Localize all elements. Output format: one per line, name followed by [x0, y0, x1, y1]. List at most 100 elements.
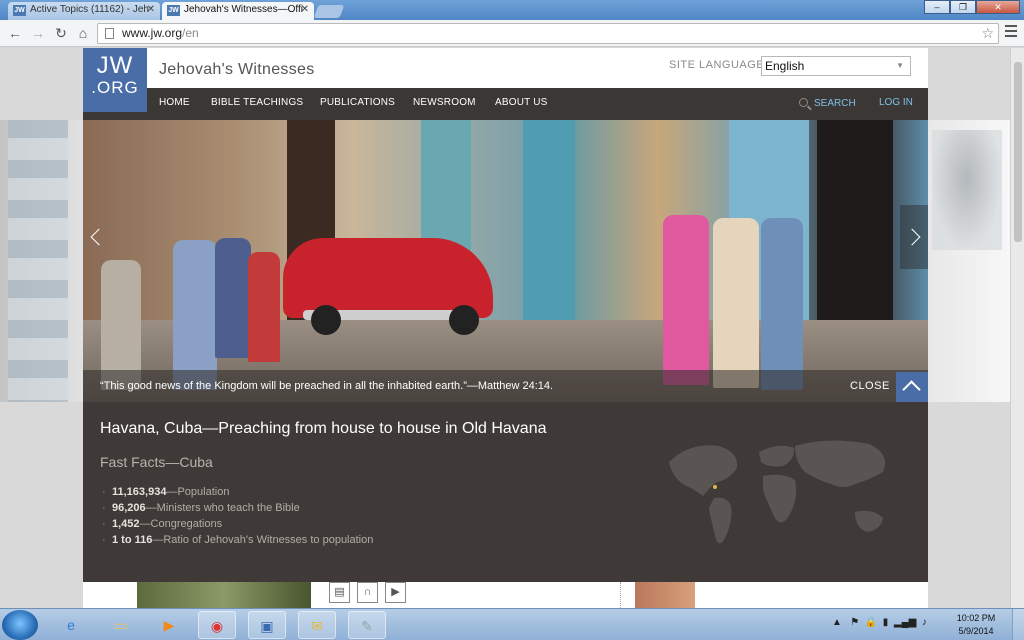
chevron-up-icon[interactable]: [896, 372, 928, 402]
world-map: [669, 440, 886, 544]
fact-label: —Ratio of Jehovah's Witnesses to populat…: [152, 534, 374, 546]
back-arrow-icon[interactable]: ←: [6, 24, 24, 42]
paint-icon[interactable]: ✎: [348, 611, 386, 639]
fact-label: —Ministers who teach the Bible: [145, 502, 300, 514]
info-panel: Havana, Cuba—Preaching from house to hou…: [83, 402, 928, 582]
lock-icon[interactable]: 🔒: [865, 617, 877, 628]
site-language-label: SITE LANGUAGE: [669, 59, 765, 71]
minimize-icon[interactable]: –: [924, 0, 950, 14]
info-title: Havana, Cuba—Preaching from house to hou…: [100, 420, 547, 437]
fast-facts-list: 11,163,934—Population 96,206—Ministers w…: [100, 484, 373, 548]
cuba-marker: [713, 485, 717, 489]
nav-bible-teachings[interactable]: BIBLE TEACHINGS: [211, 97, 303, 108]
maximize-icon[interactable]: ❐: [950, 0, 976, 14]
search-icon: [799, 98, 808, 107]
vertical-scrollbar[interactable]: [1010, 48, 1024, 608]
signal-icon[interactable]: ▂▄▆: [894, 617, 916, 628]
tab-jehovahs-witnesses[interactable]: JW Jehovah's Witnesses—Offi ✕: [162, 2, 314, 20]
fact-value: 1 to 116: [112, 534, 153, 546]
file-explorer-icon[interactable]: ▭: [102, 611, 140, 639]
play-icon[interactable]: ▶: [385, 582, 406, 603]
doorway: [523, 120, 575, 330]
tab-label: Active Topics (11162) - Jeh: [30, 4, 149, 15]
jw-favicon-icon: JW: [13, 5, 26, 16]
site-container: JW .ORG Jehovah's Witnesses SITE LANGUAG…: [83, 48, 928, 608]
home-icon[interactable]: ⌂: [74, 24, 92, 42]
clock-date: 5/9/2014: [958, 626, 994, 636]
car-wheel: [449, 305, 479, 335]
content-strip: ▤ ∩ ▶: [83, 582, 928, 608]
start-button-icon[interactable]: [2, 610, 38, 640]
new-tab-button[interactable]: [313, 5, 345, 18]
hero-next-arrow-icon[interactable]: [900, 205, 928, 269]
jw-org-logo[interactable]: JW .ORG: [83, 48, 147, 112]
tab-close-icon[interactable]: ✕: [147, 2, 155, 18]
person: [761, 218, 803, 390]
fact-value: 96,206: [112, 502, 146, 514]
system-tray: ▲ ⚑ 🔒 ▮ ▂▄▆ ♪: [832, 617, 927, 628]
hero-prev-arrow-icon[interactable]: [83, 205, 111, 269]
fact-item: 1 to 116—Ratio of Jehovah's Witnesses to…: [100, 532, 373, 548]
fact-item: 1,452—Congregations: [100, 516, 373, 532]
show-desktop-button[interactable]: [1012, 609, 1024, 640]
video-thumbnail[interactable]: [137, 582, 311, 608]
media-player-icon[interactable]: ▶: [150, 611, 188, 639]
bookmark-star-icon[interactable]: ☆: [981, 24, 994, 43]
document-icon[interactable]: ▤: [329, 582, 350, 603]
tab-active-topics[interactable]: JW Active Topics (11162) - Jeh ✕: [8, 2, 160, 20]
page-icon: [105, 28, 114, 39]
background-image-right: [928, 120, 1010, 402]
network-icon[interactable]: ▮: [883, 617, 889, 628]
person: [713, 218, 759, 388]
jw-favicon-icon: JW: [167, 5, 180, 16]
person: [173, 240, 217, 390]
fact-label: —Population: [166, 486, 230, 498]
flag-icon[interactable]: ⚑: [850, 617, 859, 628]
close-window-icon[interactable]: ✕: [976, 0, 1020, 14]
url-path: /en: [182, 26, 199, 40]
person: [663, 215, 709, 385]
divider: [620, 582, 621, 608]
language-value: English: [765, 59, 805, 73]
nav-about-us[interactable]: ABOUT US: [495, 97, 548, 108]
nav-log-in[interactable]: LOG IN: [879, 97, 913, 108]
browser-toolbar: ← → ↻ ⌂ www.jw.org/en ☆: [0, 20, 1024, 47]
fact-value: 1,452: [112, 518, 140, 530]
clock[interactable]: 10:02 PM 5/9/2014: [948, 612, 1004, 638]
doorway: [817, 120, 893, 330]
address-bar[interactable]: www.jw.org/en ☆: [97, 23, 999, 44]
tab-label: Jehovah's Witnesses—Offi: [184, 4, 303, 15]
remote-desktop-icon[interactable]: ▣: [248, 611, 286, 639]
windows-taskbar: e ▭ ▶ ◉ ▣ ✉ ✎ ▲ ⚑ 🔒 ▮ ▂▄▆ ♪ 10:02 PM 5/9…: [0, 608, 1024, 640]
person: [215, 238, 251, 358]
fact-value: 11,163,934: [112, 486, 167, 498]
messenger-icon[interactable]: ✉: [298, 611, 336, 639]
headphones-icon[interactable]: ∩: [357, 582, 378, 603]
chrome-icon[interactable]: ◉: [198, 611, 236, 639]
fast-facts-title: Fast Facts—Cuba: [100, 454, 213, 470]
nav-publications[interactable]: PUBLICATIONS: [320, 97, 395, 108]
fact-item: 96,206—Ministers who teach the Bible: [100, 500, 373, 516]
logo-line-1: JW: [96, 52, 134, 79]
volume-icon[interactable]: ♪: [922, 617, 927, 628]
hero-photo: “This good news of the Kingdom will be p…: [83, 120, 928, 402]
main-navigation: HOME BIBLE TEACHINGS PUBLICATIONS NEWSRO…: [83, 88, 928, 120]
site-header: JW .ORG Jehovah's Witnesses SITE LANGUAG…: [83, 48, 928, 112]
url-host: www.jw.org: [122, 26, 183, 40]
reload-icon[interactable]: ↻: [52, 24, 70, 42]
hero-close-label[interactable]: CLOSE: [850, 380, 890, 392]
chrome-menu-icon[interactable]: [1005, 25, 1017, 39]
internet-explorer-icon[interactable]: e: [52, 611, 90, 639]
scrollbar-thumb[interactable]: [1014, 62, 1022, 242]
article-thumbnail[interactable]: [635, 582, 695, 608]
forward-arrow-icon[interactable]: →: [29, 24, 47, 42]
nav-search[interactable]: SEARCH: [799, 97, 856, 109]
show-hidden-icons-icon[interactable]: ▲: [832, 617, 842, 628]
search-label: SEARCH: [814, 98, 856, 109]
browser-tab-bar: JW Active Topics (11162) - Jeh ✕ JW Jeho…: [0, 0, 1024, 20]
site-language-select[interactable]: English ▼: [761, 56, 911, 76]
nav-newsroom[interactable]: NEWSROOM: [413, 97, 476, 108]
tab-close-icon[interactable]: ✕: [301, 2, 309, 18]
nav-home[interactable]: HOME: [159, 97, 190, 108]
chevron-down-icon: ▼: [896, 61, 904, 70]
